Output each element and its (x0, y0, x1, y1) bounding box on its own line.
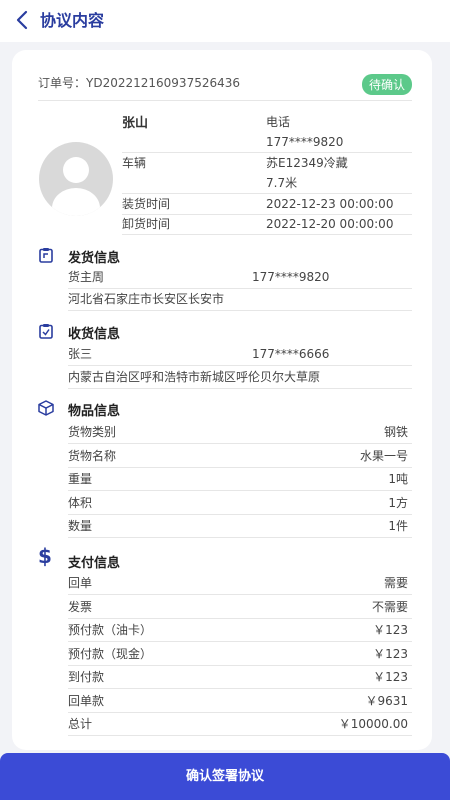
row-label: 体积 (68, 495, 93, 510)
row-value: ￥123 (373, 623, 408, 637)
shipper-phone: 177****9820 (252, 270, 330, 284)
shipper-name: 货主周 (68, 270, 105, 284)
row-value: 不需要 (371, 599, 408, 614)
row-value: 1吨 (388, 472, 408, 486)
driver-phone: 177****9820 (266, 135, 344, 149)
order-number-label: 订单号： (38, 76, 87, 90)
divider (68, 513, 412, 515)
row-value: ￥123 (373, 670, 408, 684)
unload-time-label: 卸货时间 (122, 217, 171, 231)
top-bar: 协议内容 (0, 0, 450, 42)
package-cube-icon (38, 400, 54, 416)
divider (68, 641, 412, 642)
divider (68, 735, 412, 736)
row-label: 预付款（现金） (68, 646, 153, 661)
avatar (39, 142, 113, 216)
vehicle-plate: 苏E12349冷藏 (266, 156, 348, 170)
goods-section-title: 物品信息 (68, 404, 121, 419)
row-label: 发票 (68, 599, 93, 614)
row-label: 货物类别 (68, 425, 117, 439)
chevron-left-icon[interactable] (12, 9, 34, 31)
receiving-section-title: 收货信息 (68, 327, 121, 342)
divider (68, 365, 412, 366)
row-value: 1方 (388, 495, 408, 510)
divider (122, 214, 412, 215)
row-value: 需要 (383, 576, 408, 590)
dollar-icon: $ (38, 544, 52, 568)
divider (68, 388, 412, 389)
phone-label: 电话 (266, 115, 291, 129)
divider (122, 234, 412, 235)
divider (122, 193, 412, 194)
order-number-value: YD202212160937526436 (86, 76, 241, 90)
row-value: ￥9631 (365, 693, 408, 708)
row-label: 数量 (68, 519, 93, 533)
shipping-section-title: 发货信息 (68, 251, 121, 266)
user-silhouette-icon (52, 157, 100, 216)
row-label: 重量 (68, 472, 93, 486)
divider (68, 537, 412, 538)
row-value: ￥10000.00 (338, 717, 408, 731)
receiver-address: 内蒙古自治区呼和浩特市新城区呼伦贝尔大草原 (68, 370, 321, 384)
divider (68, 490, 412, 491)
shipper-address: 河北省石家庄市长安区长安市 (68, 292, 225, 306)
row-label: 货物名称 (68, 448, 117, 463)
divider (68, 466, 412, 468)
receiver-name: 张三 (68, 347, 93, 361)
driver-name: 张山 (122, 116, 149, 131)
divider (68, 664, 412, 666)
row-label: 总计 (68, 717, 93, 731)
payment-section-title: 支付信息 (68, 556, 121, 571)
divider (38, 100, 412, 101)
divider (68, 288, 412, 289)
divider (68, 711, 412, 713)
load-time: 2022-12-23 00:00:00 (266, 197, 394, 211)
receiving-clipboard-icon (39, 324, 53, 339)
divider (122, 152, 412, 153)
page-title: 协议内容 (40, 11, 105, 30)
divider (68, 443, 412, 444)
divider (68, 310, 412, 311)
row-label: 预付款（油卡） (68, 623, 153, 637)
shipping-clipboard-icon (39, 248, 53, 263)
divider (68, 688, 412, 689)
order-number: 订单号：YD202212160937526436 (38, 74, 240, 91)
receiver-phone: 177****6666 (252, 347, 330, 361)
row-label: 回单 (68, 576, 93, 590)
agreement-card: 订单号：YD202212160937526436 待确认 张山 电话 177**… (12, 50, 432, 750)
divider (68, 594, 412, 595)
row-label: 回单款 (68, 693, 105, 708)
confirm-sign-button[interactable]: 确认签署协议 (0, 753, 450, 800)
divider (68, 617, 412, 619)
row-value: ￥123 (373, 646, 408, 661)
load-time-label: 装货时间 (122, 197, 171, 211)
row-value: 水果一号 (359, 448, 408, 463)
row-value: 钢铁 (383, 425, 408, 439)
row-label: 到付款 (68, 670, 105, 684)
vehicle-length: 7.7米 (266, 176, 298, 190)
row-value: 1件 (388, 519, 408, 533)
unload-time: 2022-12-20 00:00:00 (266, 217, 394, 231)
status-badge: 待确认 (361, 74, 412, 95)
vehicle-label: 车辆 (122, 156, 147, 170)
